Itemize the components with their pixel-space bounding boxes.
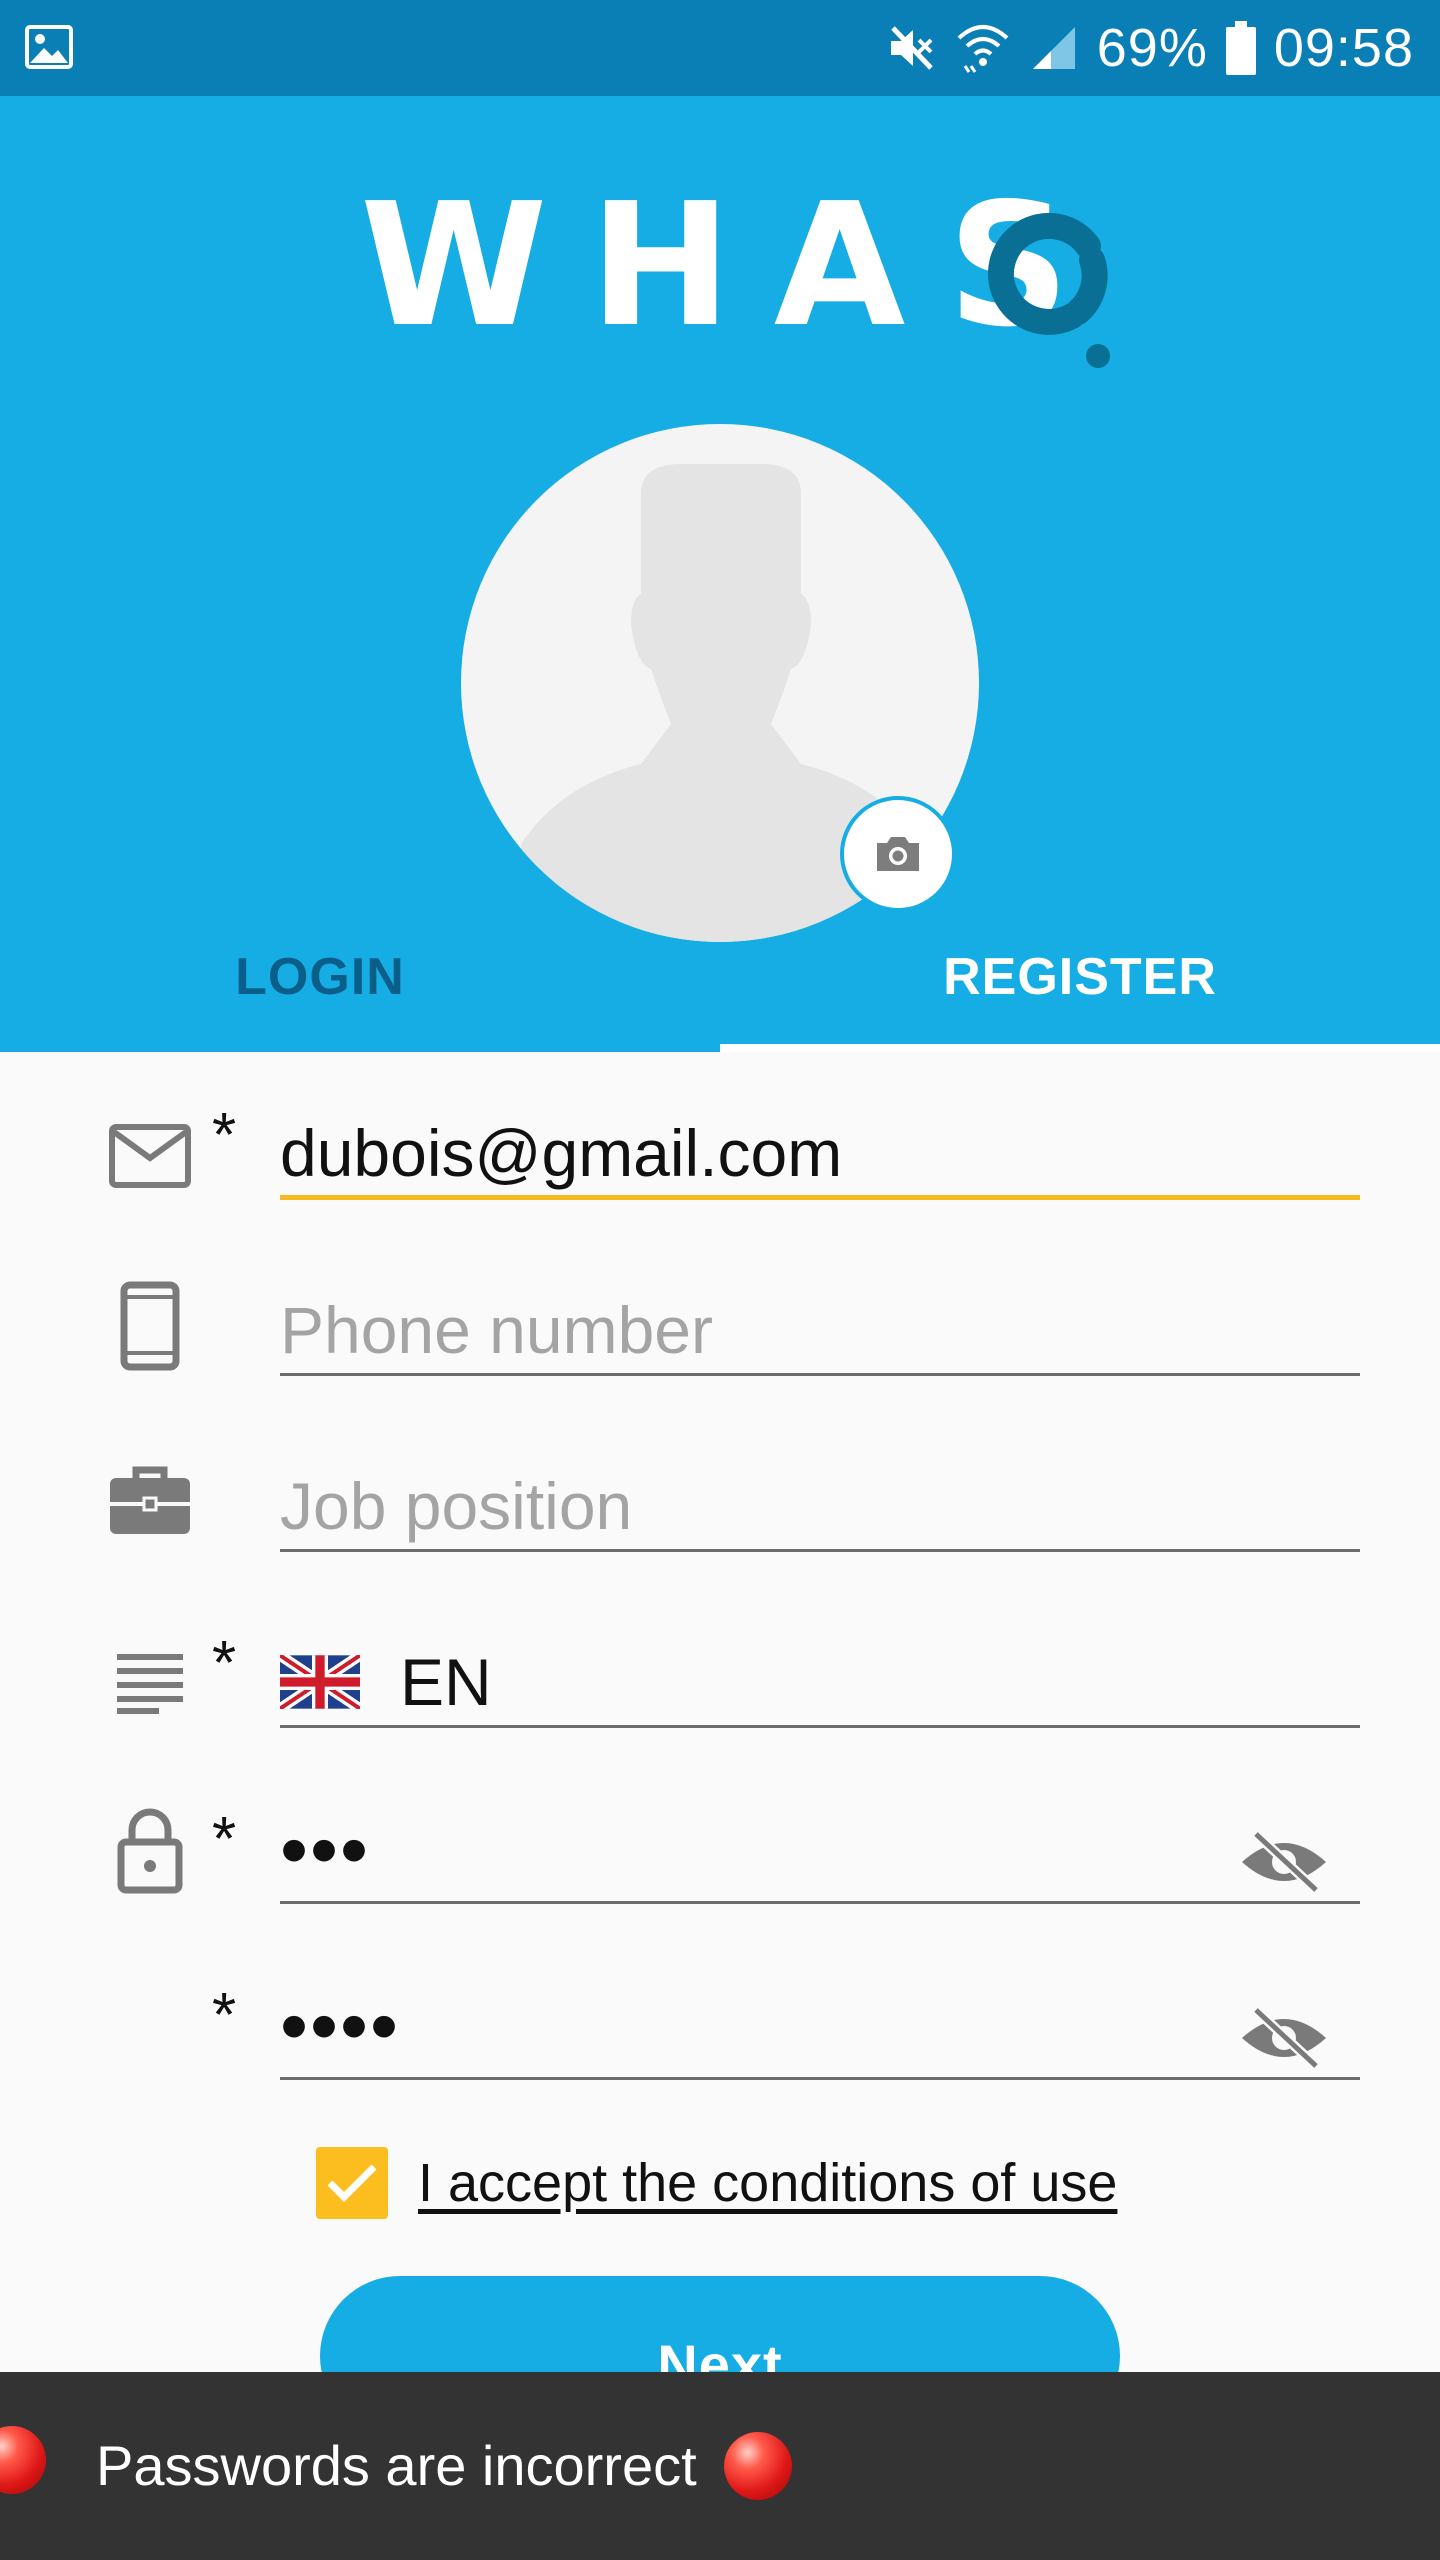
- logo-q-icon: [987, 212, 1110, 368]
- email-field[interactable]: dubois@gmail.com: [280, 1110, 1360, 1200]
- gallery-icon: [24, 22, 74, 72]
- signal-icon: [1029, 23, 1079, 73]
- status-bar: 69% 09:58: [0, 0, 1440, 96]
- password-row: * •••: [0, 1804, 1440, 1980]
- confirm-password-value: ••••: [280, 1980, 401, 2070]
- battery-percent: 69%: [1096, 18, 1208, 78]
- red-ball-icon: [724, 2432, 792, 2500]
- language-value: EN: [400, 1644, 492, 1719]
- tab-register[interactable]: REGISTER: [720, 922, 1440, 1052]
- red-ball-icon: [0, 2426, 46, 2494]
- auth-tabs: LOGIN REGISTER: [0, 922, 1440, 1052]
- confirm-password-field[interactable]: ••••: [280, 1980, 1360, 2080]
- header: WHAS LOGIN REGISTER: [0, 96, 1440, 1052]
- terms-link[interactable]: I accept the conditions of use: [418, 2152, 1117, 2214]
- phone-row: Phone number: [0, 1276, 1440, 1452]
- lock-icon: [104, 1804, 196, 1896]
- email-row: * dubois@gmail.com: [0, 1100, 1440, 1276]
- required-mark: *: [212, 1981, 237, 2050]
- terms-checkbox[interactable]: [316, 2147, 388, 2219]
- password-value: •••: [280, 1804, 371, 1894]
- job-row: Job position: [0, 1452, 1440, 1628]
- change-photo-button[interactable]: [840, 796, 956, 912]
- tab-login[interactable]: LOGIN: [0, 922, 720, 1052]
- battery-icon: [1225, 21, 1256, 75]
- camera-icon: [877, 837, 919, 871]
- wifi-icon: [955, 22, 1011, 74]
- language-select[interactable]: EN: [280, 1638, 1360, 1728]
- required-mark: *: [212, 1101, 237, 1170]
- app-logo: WHAS: [360, 166, 1140, 368]
- phone-icon: [104, 1280, 196, 1372]
- uk-flag-icon: [280, 1654, 360, 1709]
- briefcase-icon: [104, 1456, 196, 1548]
- password-field[interactable]: •••: [280, 1804, 1360, 1904]
- phone-field[interactable]: Phone number: [280, 1286, 1360, 1376]
- phone-placeholder: Phone number: [280, 1292, 713, 1367]
- job-field[interactable]: Job position: [280, 1462, 1360, 1552]
- active-tab-indicator: [720, 1044, 1440, 1052]
- terms-row: I accept the conditions of use: [316, 2143, 1117, 2223]
- clock: 09:58: [1273, 18, 1414, 78]
- mute-icon: [885, 22, 937, 74]
- language-row: * EN: [0, 1628, 1440, 1804]
- confirm-password-row: * ••••: [0, 1980, 1440, 2156]
- job-placeholder: Job position: [280, 1468, 633, 1543]
- required-mark: *: [212, 1805, 237, 1874]
- toggle-visibility-icon[interactable]: [1236, 1830, 1332, 1894]
- toast: Passwords are incorrect: [0, 2372, 1440, 2560]
- email-value: dubois@gmail.com: [280, 1115, 843, 1190]
- lines-icon: [104, 1636, 196, 1728]
- required-mark: *: [212, 1629, 237, 1698]
- toast-message: Passwords are incorrect: [96, 2434, 697, 2497]
- check-icon: [327, 2164, 377, 2202]
- email-icon: [104, 1110, 196, 1202]
- toggle-visibility-icon[interactable]: [1236, 2006, 1332, 2070]
